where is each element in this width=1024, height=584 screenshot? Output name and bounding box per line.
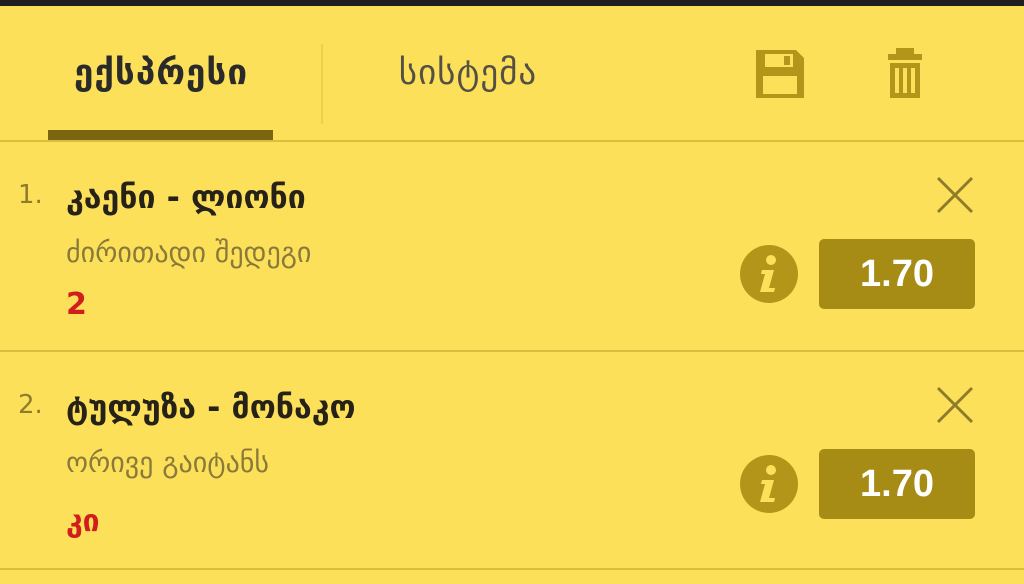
close-icon[interactable] <box>932 382 978 428</box>
bet-index: 2. <box>18 390 43 420</box>
tab-express-label: ექსპრესი <box>73 53 249 93</box>
odds-value: 1.70 <box>860 252 934 295</box>
active-tab-indicator <box>48 130 273 140</box>
tab-system-label: სისტემა <box>398 53 538 93</box>
bet-item: 1. კაენი - ლიონი ძირითადი შედეგი 2 1.70 <box>0 142 1024 350</box>
bet-match: კაენი - ლიონი <box>66 178 306 216</box>
trash-icon[interactable] <box>880 46 932 102</box>
odds-button[interactable]: 1.70 <box>819 449 975 519</box>
info-icon[interactable] <box>738 243 800 305</box>
odds-button[interactable]: 1.70 <box>819 239 975 309</box>
divider <box>0 568 1024 570</box>
save-icon[interactable] <box>754 46 806 102</box>
bet-match: ტულუზა - მონაკო <box>66 388 356 426</box>
tab-system[interactable]: სისტემა <box>348 6 588 140</box>
tab-express[interactable]: ექსპრესი <box>28 6 294 140</box>
bet-type-tabs: ექსპრესი სისტემა <box>0 6 1024 140</box>
bet-market: ორივე გაიტანს <box>66 446 270 479</box>
bet-item: 2. ტულუზა - მონაკო ორივე გაიტანს კი 1.70 <box>0 352 1024 560</box>
odds-value: 1.70 <box>860 462 934 505</box>
bet-selection: კი <box>66 504 100 539</box>
bet-index: 1. <box>18 180 43 210</box>
tab-divider <box>321 44 323 124</box>
info-icon[interactable] <box>738 453 800 515</box>
bet-selection: 2 <box>66 287 87 322</box>
close-icon[interactable] <box>932 172 978 218</box>
bet-market: ძირითადი შედეგი <box>66 236 312 269</box>
